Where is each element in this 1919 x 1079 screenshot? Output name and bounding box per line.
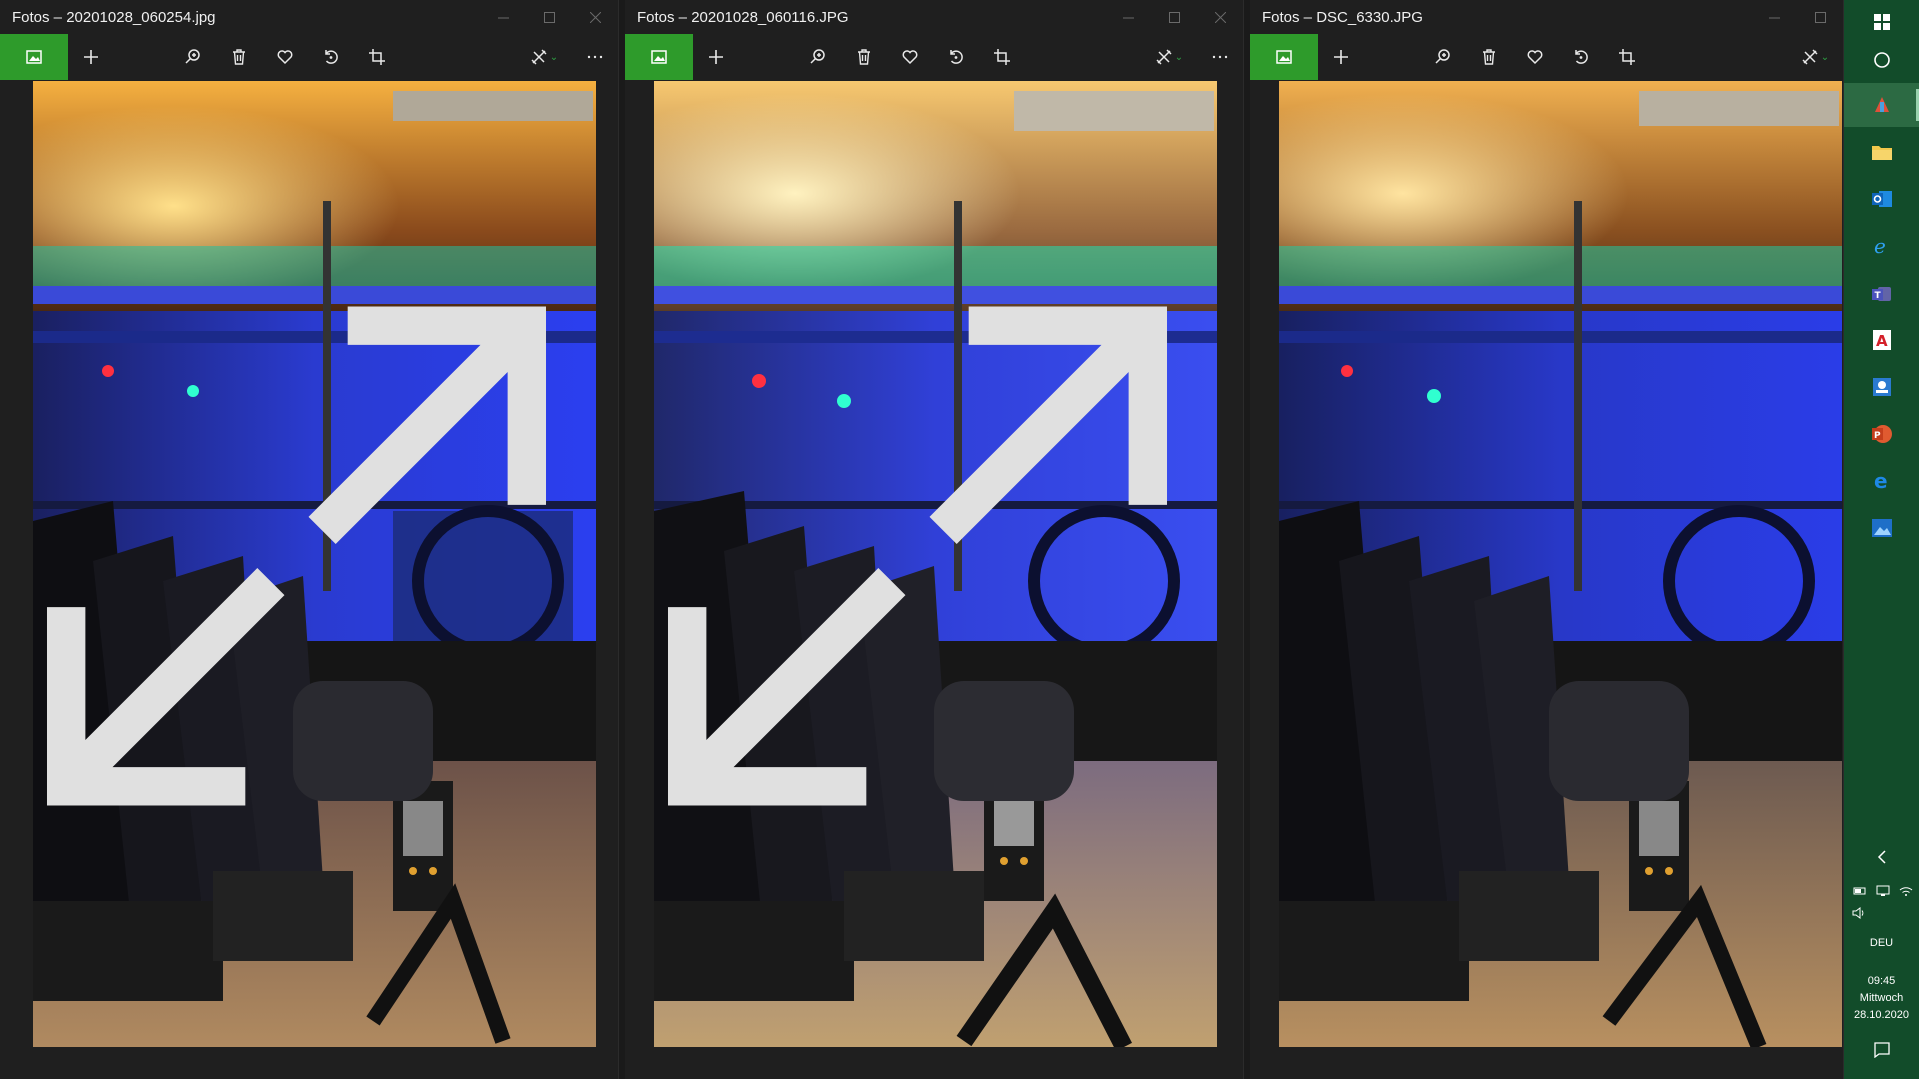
internet-explorer-icon[interactable]: e [1844,224,1919,268]
svg-text:P: P [1874,431,1881,441]
svg-text:T: T [1874,291,1881,301]
chevron-down-icon: ⌄ [549,51,559,63]
edit-create-icon[interactable]: ⌄ [1141,34,1197,80]
title-bar[interactable]: Fotos – DSC_6330.JPG [1250,0,1843,34]
crop-icon[interactable] [354,34,400,80]
photos-app-icon[interactable] [0,34,68,80]
photos-window-3[interactable]: Fotos – DSC_6330.JPG ⌄ [1250,0,1844,1079]
delete-icon[interactable] [216,34,262,80]
photo-toolbar: ⌄ [625,34,1243,80]
window-title: Fotos – 20201028_060254.jpg [12,8,216,26]
file-explorer-icon[interactable] [1844,130,1919,174]
clock-time[interactable]: 09:45 [1844,973,1919,990]
photo-gym-2[interactable] [654,81,1217,1047]
maximize-button[interactable] [1151,0,1197,34]
close-button[interactable] [572,0,618,34]
maximize-button[interactable] [526,0,572,34]
search-circle-icon[interactable] [1844,38,1919,82]
expand-icon[interactable] [654,81,1199,1039]
window-title: Fotos – DSC_6330.JPG [1262,8,1423,26]
chevron-left-icon[interactable] [1844,842,1919,872]
crop-icon[interactable] [1604,34,1650,80]
favorite-icon[interactable] [262,34,308,80]
more-icon[interactable] [572,34,618,80]
add-icon[interactable] [693,34,739,80]
minimize-button[interactable] [480,0,526,34]
delete-icon[interactable] [1466,34,1512,80]
add-icon[interactable] [1318,34,1364,80]
zoom-icon[interactable] [795,34,841,80]
photos-app-icon[interactable] [625,34,693,80]
chevron-down-icon: ⌄ [1820,51,1830,63]
app-pinned-icon[interactable] [1844,83,1919,127]
favorite-icon[interactable] [887,34,933,80]
edit-create-icon[interactable]: ⌄ [516,34,572,80]
battery-icon[interactable] [1853,886,1867,896]
favorite-icon[interactable] [1512,34,1558,80]
photos-app-icon[interactable] [1250,34,1318,80]
clock-date: 28.10.2020 [1853,1009,1910,1021]
notification-center-icon[interactable] [1844,1030,1919,1070]
desktop: Fotos – 20201028_060254.jpg ⌄ Fotos – 20… [0,0,1919,1079]
edit-create-icon[interactable]: ⌄ [1787,34,1843,80]
svg-text:A: A [1876,332,1888,350]
rotate-icon[interactable] [933,34,979,80]
maximize-button[interactable] [1797,0,1843,34]
zoom-icon[interactable] [1420,34,1466,80]
window-title: Fotos – 20201028_060116.JPG [637,8,849,26]
volume-icon[interactable] [1844,900,1919,926]
lync-icon[interactable] [1844,365,1919,409]
expand-icon[interactable] [33,81,578,1039]
title-bar[interactable]: Fotos – 20201028_060116.JPG [625,0,1243,34]
more-icon[interactable] [1197,34,1243,80]
powerpoint-icon[interactable]: P [1844,412,1919,456]
close-button[interactable] [1197,0,1243,34]
photo-toolbar: ⌄ [0,34,618,80]
clock-weekday: Mittwoch [1859,992,1904,1004]
photos-window-2[interactable]: Fotos – 20201028_060116.JPG ⌄ [625,0,1244,1079]
outlook-icon[interactable] [1844,177,1919,221]
photo-gym-1[interactable] [33,81,596,1047]
rotate-icon[interactable] [1558,34,1604,80]
svg-text:e: e [1874,235,1886,257]
photo-gym-3[interactable] [1279,81,1842,1047]
minimize-button[interactable] [1751,0,1797,34]
svg-text:e: e [1874,470,1888,492]
zoom-icon[interactable] [170,34,216,80]
wifi-icon[interactable] [1899,885,1913,897]
chevron-down-icon: ⌄ [1174,51,1184,63]
gym-photo-image [1279,81,1842,1047]
title-bar[interactable]: Fotos – 20201028_060254.jpg [0,0,618,34]
taskbar: e T A P e DEU 09:45 Mittwoch 28.10.2020 [1844,0,1919,1079]
photos-icon[interactable] [1844,506,1919,550]
tray-icons [1848,880,1918,902]
language-indicator[interactable]: DEU [1844,935,1919,952]
network-icon[interactable] [1876,885,1890,897]
photo-toolbar: ⌄ [1250,34,1843,80]
minimize-button[interactable] [1105,0,1151,34]
edge-icon[interactable]: e [1844,459,1919,503]
teams-icon[interactable]: T [1844,271,1919,315]
crop-icon[interactable] [979,34,1025,80]
photos-window-1[interactable]: Fotos – 20201028_060254.jpg ⌄ [0,0,619,1079]
acrobat-icon[interactable]: A [1844,318,1919,362]
rotate-icon[interactable] [308,34,354,80]
add-icon[interactable] [68,34,114,80]
delete-icon[interactable] [841,34,887,80]
